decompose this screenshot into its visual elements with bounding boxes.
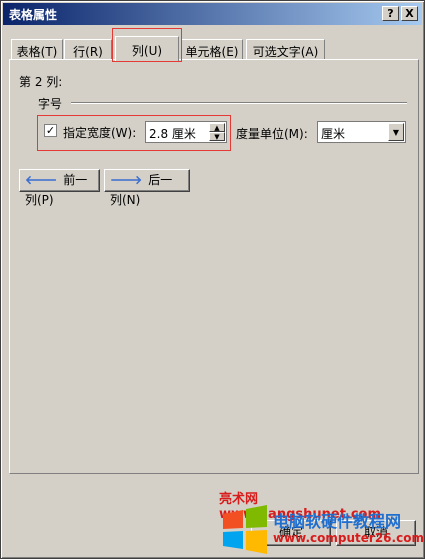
- tab-table[interactable]: 表格(T): [11, 39, 63, 60]
- window-title: 表格属性: [9, 8, 58, 22]
- tab-panel: [9, 59, 419, 474]
- tab-cell[interactable]: 单元格(E): [181, 39, 243, 60]
- tab-strip: 表格(T) 行(R) 列(U) 单元格(E) 可选文字(A): [9, 36, 419, 61]
- title-bar: 表格属性 ? X: [3, 3, 422, 25]
- help-button[interactable]: ?: [382, 6, 399, 21]
- watermark-big-text: 电脑软硬件教程网: [273, 512, 402, 531]
- close-button[interactable]: X: [401, 6, 418, 21]
- table-properties-dialog: 表格属性 ? X 表格(T) 行(R) 列(U) 单元格(E) 可选文字(A) …: [0, 0, 425, 559]
- tab-column[interactable]: 列(U): [115, 36, 179, 61]
- watermark-url: www.computer26.com: [273, 531, 424, 545]
- tab-alt-text[interactable]: 可选文字(A): [246, 39, 325, 60]
- windows-logo-icon: [223, 505, 267, 554]
- tab-row[interactable]: 行(R): [64, 39, 112, 60]
